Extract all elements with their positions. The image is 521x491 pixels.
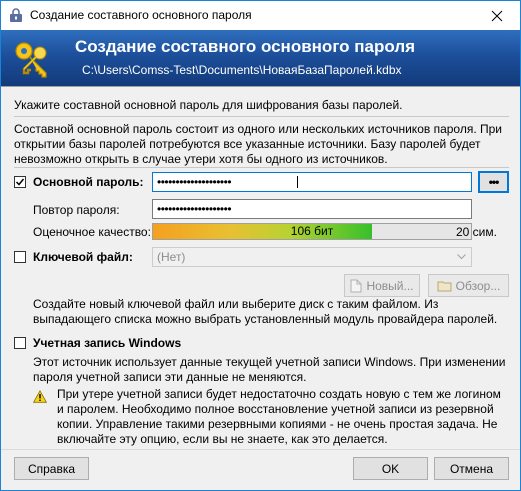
browse-key-file-label: Обзор... (455, 278, 501, 293)
new-key-file-button[interactable]: Новый... (344, 274, 420, 297)
quality-bits-text: 106 бит (290, 224, 334, 238)
folder-icon (437, 281, 452, 291)
header-banner: Создание составного основного пароля C:\… (1, 30, 520, 86)
dialog-window: Создание составного основного пароля Соз… (0, 0, 521, 491)
text-caret (297, 176, 298, 188)
key-file-label: Ключевой файл: (33, 250, 133, 264)
quality-label: Оценочное качество: (33, 225, 151, 239)
windows-account-checkbox[interactable] (14, 337, 26, 349)
new-file-icon (350, 279, 362, 292)
new-key-file-label: Новый... (366, 278, 414, 293)
show-password-button[interactable]: ••• (478, 171, 509, 193)
banner-title: Создание составного основного пароля (75, 37, 416, 56)
master-password-checkbox[interactable] (14, 176, 26, 188)
key-file-checkbox[interactable] (14, 251, 26, 263)
password-quality-bar: 106 бит (152, 223, 472, 240)
cancel-button[interactable]: Отмена (434, 457, 509, 480)
close-button[interactable] (474, 1, 520, 30)
master-password-value: •••••••••••••••••••• (157, 175, 232, 189)
key-file-hint: Создайте новый ключевой файл или выберит… (33, 297, 498, 326)
master-password-label: Основной пароль: (33, 175, 144, 189)
lock-icon (10, 8, 22, 22)
window-title: Создание составного основного пароля (30, 8, 252, 22)
windows-account-label: Учетная запись Windows (33, 336, 182, 350)
intro-text: Укажите составной основной пароль для ши… (14, 98, 403, 112)
keys-icon (15, 42, 47, 78)
divider (14, 167, 509, 168)
repeat-password-value: •••••••••••••••••••• (157, 202, 232, 216)
title-bar[interactable]: Создание составного основного пароля (1, 1, 520, 30)
chevron-down-icon (457, 254, 466, 260)
repeat-password-input[interactable]: •••••••••••••••••••• (152, 199, 472, 219)
repeat-password-label: Повтор пароля: (33, 203, 120, 217)
database-path: C:\Users\Comss-Test\Documents\НоваяБазаП… (82, 63, 402, 77)
banner-separator (1, 86, 520, 87)
key-file-selected: (Нет) (157, 250, 186, 264)
windows-account-description: Этот источник использует данные текущей … (33, 355, 506, 384)
divider (14, 116, 509, 117)
master-password-input[interactable]: •••••••••••••••••••• (152, 172, 472, 192)
intro-paragraph: Составной основной пароль состоит из одн… (14, 122, 502, 166)
char-count: 20 сим. (456, 225, 497, 239)
help-button[interactable]: Справка (14, 457, 89, 480)
ok-button[interactable]: OK (353, 457, 428, 480)
windows-account-warning: При утере учетной записи будет недостато… (57, 387, 501, 446)
browse-key-file-button[interactable]: Обзор... (428, 274, 509, 297)
footer-separator (1, 449, 520, 450)
close-icon (491, 10, 503, 21)
key-file-select[interactable]: (Нет) (152, 247, 472, 267)
checkmark-icon (15, 178, 25, 186)
warning-icon (33, 390, 47, 403)
